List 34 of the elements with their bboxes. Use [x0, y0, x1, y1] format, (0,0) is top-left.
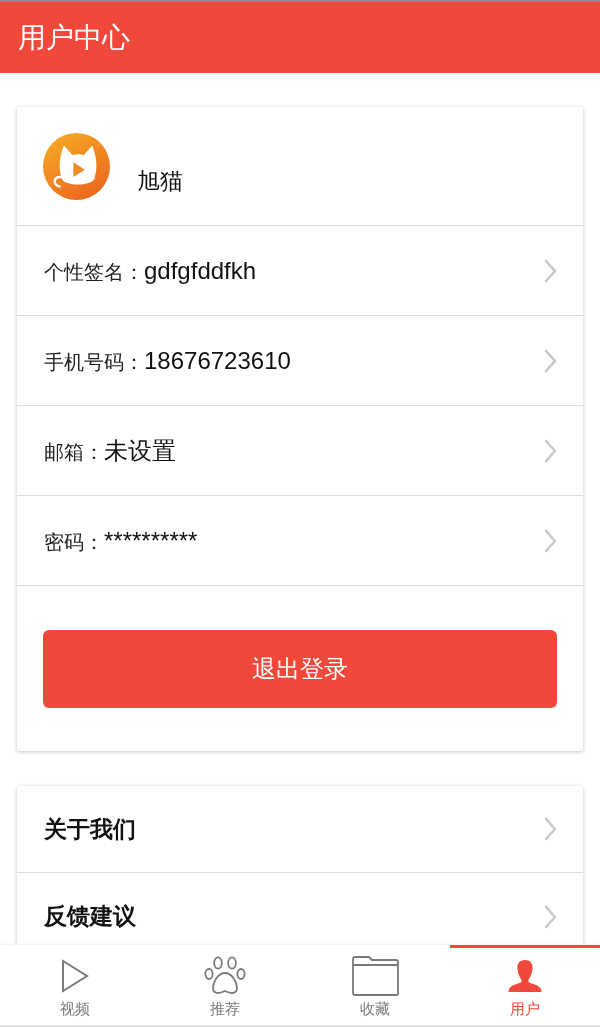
field-value: **********: [104, 525, 198, 556]
menu-item[interactable]: 关于我们: [17, 786, 583, 873]
folder-icon: [351, 956, 399, 996]
person-icon: [508, 959, 542, 993]
tab[interactable]: 推荐: [150, 945, 300, 1025]
chevron-right-icon: [544, 348, 557, 373]
field-label: 邮箱：: [44, 439, 104, 465]
field-label: 个性签名：: [44, 259, 144, 285]
logout-button[interactable]: 退出登录: [43, 630, 557, 708]
chevron-right-icon: [544, 258, 557, 283]
field-value: 未设置: [104, 435, 176, 466]
tab[interactable]: 视频: [0, 945, 150, 1025]
chevron-right-icon: [544, 817, 557, 841]
user-name: 旭猫: [137, 170, 183, 193]
info-row[interactable]: 邮箱：未设置: [17, 406, 583, 496]
info-row[interactable]: 个性签名：gdfgfddfkh: [17, 226, 583, 316]
chevron-right-icon: [544, 904, 557, 929]
tab[interactable]: 收藏: [300, 945, 450, 1025]
field-value: 18676723610: [144, 345, 291, 376]
page-title: 用户中心: [18, 23, 130, 52]
paw-icon: [204, 956, 246, 996]
field-label: 手机号码：: [44, 349, 144, 375]
menu-label: 反馈建议: [44, 902, 136, 932]
field-value: gdfgfddfkh: [144, 255, 257, 286]
info-row[interactable]: 密码：**********: [17, 496, 583, 586]
chevron-right-icon: [544, 528, 557, 553]
field-label: 密码：: [44, 529, 104, 555]
tab[interactable]: 用户: [450, 945, 600, 1025]
menu-label: 关于我们: [44, 814, 136, 844]
play-icon: [61, 959, 89, 993]
cat-avatar-icon: [43, 133, 110, 200]
chevron-right-icon: [544, 438, 557, 463]
menu-item[interactable]: 反馈建议: [17, 873, 583, 945]
info-row[interactable]: 手机号码：18676723610: [17, 316, 583, 406]
